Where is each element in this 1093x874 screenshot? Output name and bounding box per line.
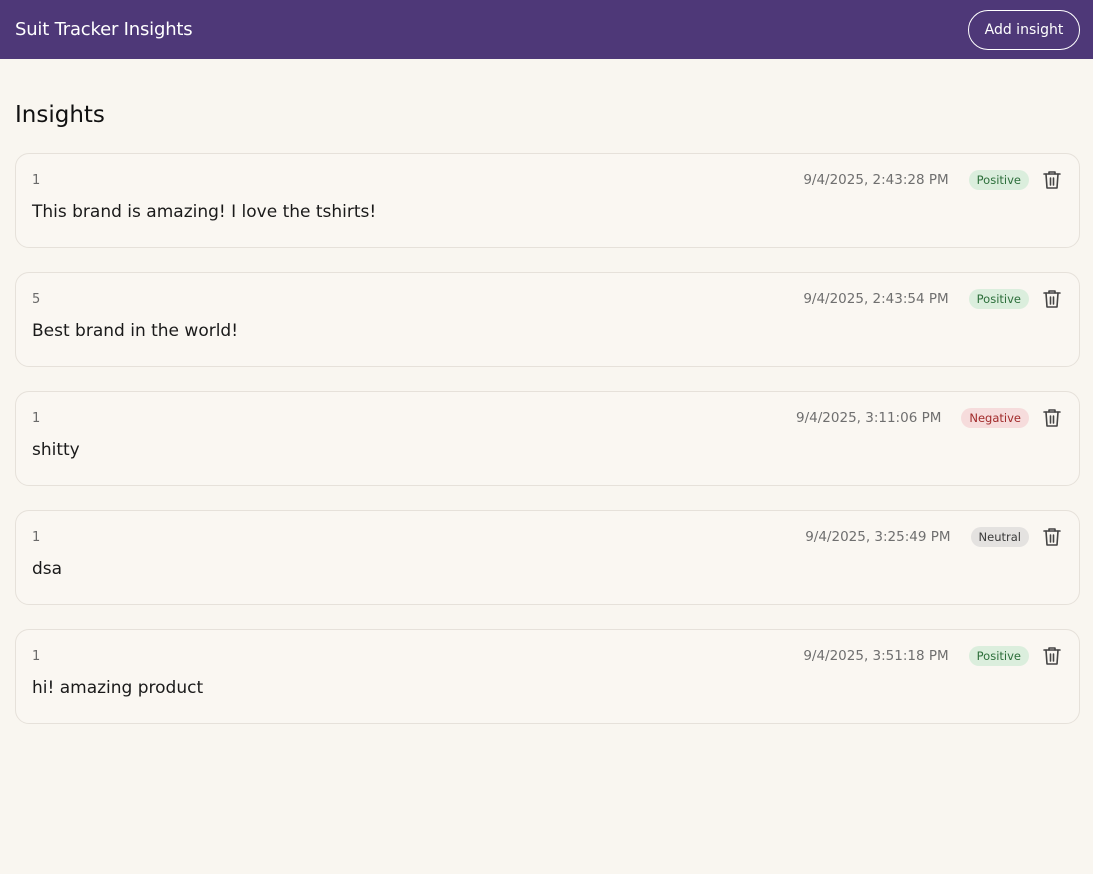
insight-card: 1 9/4/2025, 3:11:06 PM Negative shitty [15,391,1080,486]
insight-list: 1 9/4/2025, 2:43:28 PM Positive This bra… [15,153,1080,748]
sentiment-badge: Positive [968,289,1029,309]
insight-text: dsa [32,559,63,579]
delete-insight-button[interactable] [1041,645,1063,667]
insight-text: Best brand in the world! [32,321,239,341]
delete-insight-button[interactable] [1041,288,1063,310]
insight-brand-id: 1 [32,529,41,545]
delete-insight-button[interactable] [1041,526,1063,548]
trash-icon [1043,290,1061,308]
insight-card: 1 9/4/2025, 3:25:49 PM Neutral dsa [15,510,1080,605]
insight-card: 1 9/4/2025, 2:43:28 PM Positive This bra… [15,153,1080,248]
insight-brand-id: 1 [32,172,41,188]
sentiment-badge: Positive [968,646,1029,666]
sentiment-badge: Positive [968,170,1029,190]
insight-card: 5 9/4/2025, 2:43:54 PM Positive Best bra… [15,272,1080,367]
insight-timestamp: 9/4/2025, 3:51:18 PM [803,648,949,664]
insight-timestamp: 9/4/2025, 2:43:54 PM [803,291,949,307]
insight-card: 1 9/4/2025, 3:51:18 PM Positive hi! amaz… [15,629,1080,724]
insight-brand-id: 1 [32,648,41,664]
app-title: Suit Tracker Insights [15,19,193,40]
sentiment-badge: Neutral [970,527,1029,547]
trash-icon [1043,647,1061,665]
top-bar: Suit Tracker Insights Add insight [0,0,1093,59]
main-content: Insights 1 9/4/2025, 2:43:28 PM Positive… [0,59,1093,748]
delete-insight-button[interactable] [1041,169,1063,191]
insight-text: shitty [32,440,80,460]
insight-timestamp: 9/4/2025, 2:43:28 PM [803,172,949,188]
insight-brand-id: 5 [32,291,41,307]
sentiment-badge: Negative [961,408,1029,428]
insight-text: hi! amazing product [32,678,204,698]
trash-icon [1043,409,1061,427]
insight-timestamp: 9/4/2025, 3:11:06 PM [796,410,942,426]
insight-timestamp: 9/4/2025, 3:25:49 PM [805,529,951,545]
trash-icon [1043,528,1061,546]
page-title: Insights [15,102,105,128]
trash-icon [1043,171,1061,189]
insight-text: This brand is amazing! I love the tshirt… [32,202,377,222]
insight-brand-id: 1 [32,410,41,426]
delete-insight-button[interactable] [1041,407,1063,429]
add-insight-button[interactable]: Add insight [968,9,1080,50]
